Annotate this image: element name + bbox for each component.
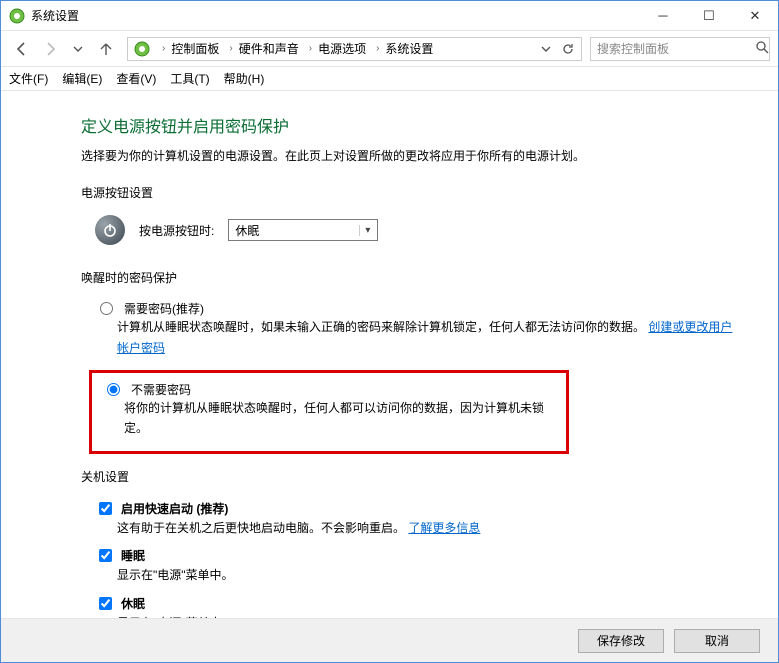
- navigation-bar: ›控制面板 ›硬件和声音 ›电源选项 ›系统设置: [1, 31, 778, 67]
- sleep-desc: 显示在"电源"菜单中。: [95, 565, 738, 585]
- menu-tools[interactable]: 工具(T): [170, 70, 209, 87]
- chevron-down-icon: ▾: [359, 225, 375, 236]
- search-icon[interactable]: [754, 41, 771, 57]
- page-title: 定义电源按钮并启用密码保护: [81, 113, 738, 137]
- highlight-annotation: 不需要密码 将你的计算机从睡眠状态唤醒时，任何人都可以访问你的数据，因为计算机未…: [89, 370, 569, 454]
- section-wake-password: 唤醒时的密码保护: [81, 269, 738, 286]
- menu-file[interactable]: 文件(F): [9, 70, 48, 87]
- forward-button[interactable]: [37, 36, 63, 62]
- combo-value: 休眠: [235, 222, 359, 239]
- breadcrumb-segment[interactable]: ›系统设置: [370, 38, 437, 60]
- save-button[interactable]: 保存修改: [578, 629, 664, 653]
- radio-no-password[interactable]: 不需要密码 将你的计算机从睡眠状态唤醒时，任何人都可以访问你的数据，因为计算机未…: [102, 381, 556, 439]
- checkbox-hibernate[interactable]: [99, 597, 112, 610]
- menu-help[interactable]: 帮助(H): [224, 70, 265, 87]
- radio-no-password-input[interactable]: [107, 383, 120, 396]
- power-button-action-combo[interactable]: 休眠 ▾: [228, 219, 378, 241]
- checkbox-fast-startup-label: 启用快速启动 (推荐): [121, 500, 228, 517]
- page-description: 选择要为你的计算机设置的电源设置。在此页上对设置所做的更改将应用于你所有的电源计…: [81, 147, 738, 166]
- search-box[interactable]: [590, 37, 770, 61]
- menu-edit[interactable]: 编辑(E): [62, 70, 102, 87]
- no-password-desc: 将你的计算机从睡眠状态唤醒时，任何人都可以访问你的数据，因为计算机未锁定。: [102, 398, 556, 439]
- address-bar[interactable]: ›控制面板 ›硬件和声音 ›电源选项 ›系统设置: [127, 37, 582, 61]
- radio-require-password-input[interactable]: [100, 302, 113, 315]
- search-input[interactable]: [595, 41, 754, 57]
- power-icon: [95, 215, 125, 245]
- checkbox-sleep-label: 睡眠: [121, 547, 145, 564]
- checkbox-sleep[interactable]: [99, 549, 112, 562]
- footer-bar: 保存修改 取消: [1, 618, 778, 662]
- recent-dropdown-button[interactable]: [65, 36, 91, 62]
- power-button-label: 按电源按钮时:: [139, 222, 214, 239]
- title-bar: 系统设置 ─ ☐ ✕: [1, 1, 778, 31]
- maximize-button[interactable]: ☐: [686, 1, 732, 31]
- section-power-button: 电源按钮设置: [81, 184, 738, 201]
- minimize-button[interactable]: ─: [640, 1, 686, 31]
- radio-require-password-label: 需要密码(推荐): [124, 300, 204, 317]
- refresh-button[interactable]: [557, 38, 579, 60]
- menu-view[interactable]: 查看(V): [116, 70, 156, 87]
- radio-require-password[interactable]: 需要密码(推荐) 计算机从睡眠状态唤醒时，如果未输入正确的密码来解除计算机锁定，…: [81, 300, 738, 358]
- back-button[interactable]: [9, 36, 35, 62]
- require-password-desc: 计算机从睡眠状态唤醒时，如果未输入正确的密码来解除计算机锁定，任何人都无法访问你…: [117, 320, 645, 334]
- radio-no-password-label: 不需要密码: [131, 381, 191, 398]
- checkbox-hibernate-label: 休眠: [121, 595, 145, 612]
- menu-bar: 文件(F) 编辑(E) 查看(V) 工具(T) 帮助(H): [1, 67, 778, 91]
- window-title: 系统设置: [31, 7, 79, 24]
- app-icon: [9, 8, 25, 24]
- cancel-button[interactable]: 取消: [674, 629, 760, 653]
- checkbox-fast-startup[interactable]: [99, 502, 112, 515]
- breadcrumb-segment[interactable]: ›硬件和声音: [223, 38, 302, 60]
- address-dropdown-button[interactable]: [535, 38, 557, 60]
- control-panel-icon: [134, 41, 150, 57]
- content-area: 定义电源按钮并启用密码保护 选择要为你的计算机设置的电源设置。在此页上对设置所做…: [1, 91, 778, 618]
- breadcrumb-segment[interactable]: ›控制面板: [156, 38, 223, 60]
- up-button[interactable]: [93, 36, 119, 62]
- close-button[interactable]: ✕: [732, 1, 778, 31]
- section-shutdown: 关机设置: [81, 468, 738, 485]
- learn-more-link[interactable]: 了解更多信息: [408, 521, 480, 535]
- breadcrumb-segment[interactable]: ›电源选项: [303, 38, 370, 60]
- fast-startup-desc: 这有助于在关机之后更快地启动电脑。不会影响重启。: [117, 521, 405, 535]
